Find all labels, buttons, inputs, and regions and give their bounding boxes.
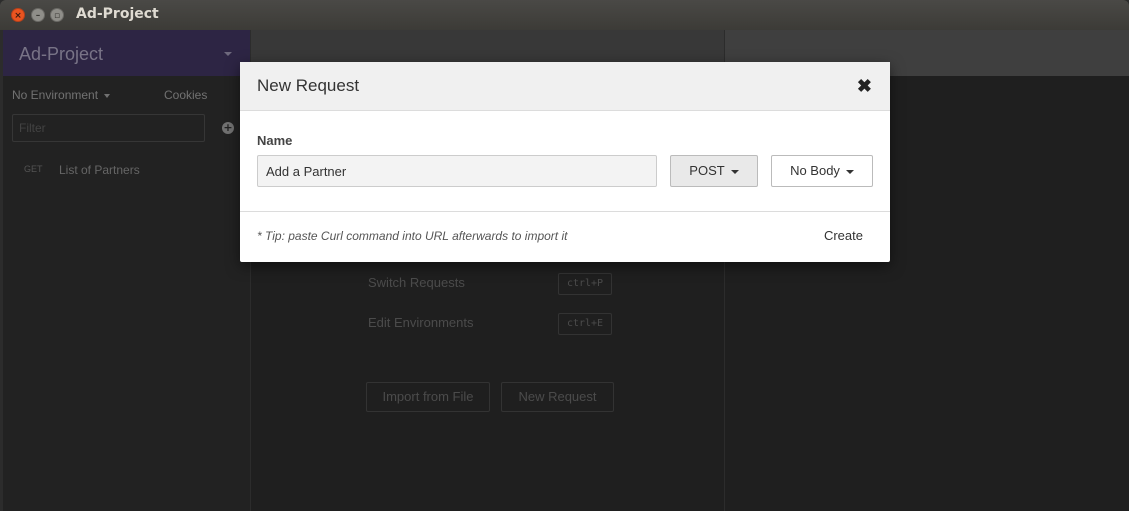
create-button[interactable]: Create: [824, 228, 863, 243]
body-type-dropdown[interactable]: No Body: [771, 155, 873, 187]
close-icon[interactable]: ✖: [857, 76, 872, 96]
method-label: POST: [689, 163, 725, 178]
tip-text: * Tip: paste Curl command into URL after…: [257, 229, 568, 243]
chevron-down-icon: [730, 169, 739, 174]
window-close-icon[interactable]: ×: [11, 8, 25, 22]
name-label: Name: [257, 133, 293, 148]
new-request-dialog: New Request ✖ Name POST No Body * Tip: p…: [240, 62, 890, 262]
chevron-down-icon: [845, 169, 854, 174]
dialog-title: New Request: [257, 76, 360, 95]
body-type-label: No Body: [790, 163, 840, 178]
method-dropdown[interactable]: POST: [670, 155, 758, 187]
dialog-header: New Request ✖: [240, 62, 890, 111]
dialog-footer: * Tip: paste Curl command into URL after…: [240, 211, 890, 262]
window-maximize-icon[interactable]: ▫: [50, 8, 64, 22]
window-titlebar: × – ▫ Ad-Project: [0, 0, 1129, 30]
window-title: Ad-Project: [76, 6, 159, 22]
window-minimize-icon[interactable]: –: [31, 8, 45, 22]
request-name-input[interactable]: [257, 155, 657, 187]
